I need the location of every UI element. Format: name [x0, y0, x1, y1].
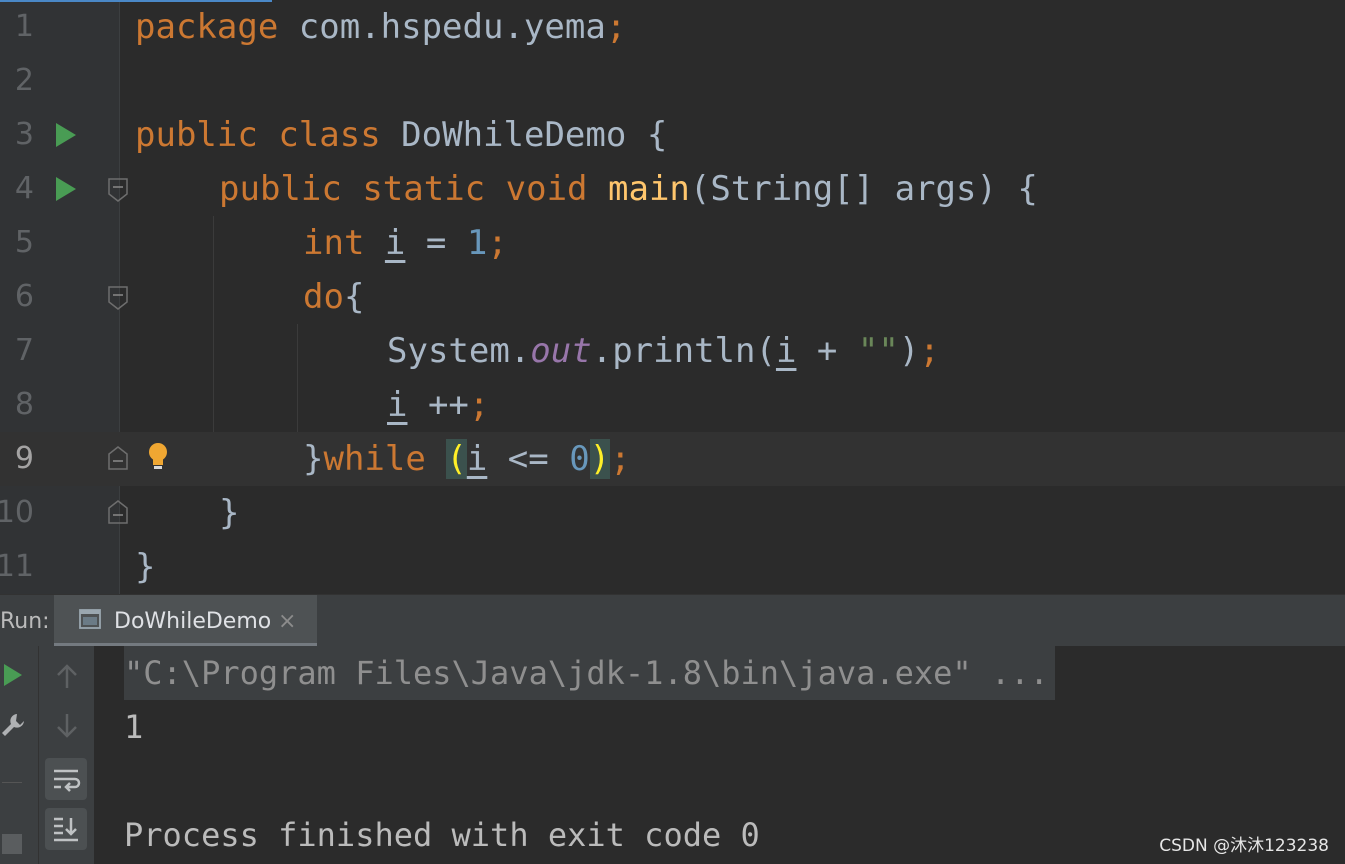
code-text[interactable]: System.out.println(i + "");	[387, 324, 940, 378]
fold-end-icon[interactable]	[108, 446, 128, 470]
arrow-up-icon[interactable]	[55, 664, 79, 694]
stop-icon[interactable]	[2, 834, 22, 858]
code-line[interactable]: 7 System.out.println(i + "");	[0, 324, 1345, 378]
console-output[interactable]: "C:\Program Files\Java\jdk-1.8\bin\java.…	[94, 646, 1345, 864]
code-text[interactable]: int i = 1;	[303, 216, 508, 270]
code-text[interactable]: do{	[303, 270, 364, 324]
code-text[interactable]: public static void main(String[] args) {	[219, 162, 1038, 216]
code-editor[interactable]: 1 package com.hspedu.yema; 2 3 public cl…	[0, 0, 1345, 594]
console-exit-line: Process finished with exit code 0	[124, 816, 760, 854]
code-line[interactable]: 10 }	[0, 486, 1345, 540]
matched-paren: (	[446, 439, 467, 479]
close-icon[interactable]: ×	[278, 595, 296, 647]
code-line[interactable]: 3 public class DoWhileDemo {	[0, 108, 1345, 162]
code-line[interactable]: 4 public static void main(String[] args)…	[0, 162, 1345, 216]
code-text[interactable]: package com.hspedu.yema;	[135, 0, 626, 54]
line-number: 1	[14, 9, 34, 44]
run-tab-dowhiledemo[interactable]: DoWhileDemo ×	[54, 595, 317, 647]
line-number: 11	[0, 549, 34, 584]
scroll-to-end-button[interactable]	[45, 808, 87, 850]
code-line[interactable]: 5 int i = 1;	[0, 216, 1345, 270]
line-number: 9	[14, 441, 34, 476]
arrow-down-icon[interactable]	[55, 712, 79, 742]
run-class-icon[interactable]	[56, 123, 76, 147]
wrench-icon[interactable]	[0, 712, 26, 742]
line-number: 5	[14, 225, 34, 260]
toolbar-divider	[2, 782, 22, 783]
line-number: 7	[14, 333, 34, 368]
code-text[interactable]: }while (i <= 0);	[303, 432, 631, 486]
code-text[interactable]: i ++;	[387, 378, 489, 432]
code-text[interactable]: }	[135, 540, 155, 594]
line-number: 10	[0, 495, 34, 530]
code-line-current[interactable]: 9 }while (i <= 0);	[0, 432, 1345, 486]
run-toolbar	[0, 646, 38, 864]
soft-wrap-button[interactable]	[45, 758, 87, 800]
console-output-line: 1	[124, 708, 144, 746]
code-line[interactable]: 11 }	[0, 540, 1345, 594]
line-number: 4	[14, 171, 34, 206]
line-number: 6	[14, 279, 34, 314]
fold-start-icon[interactable]	[108, 286, 128, 310]
line-number: 3	[14, 117, 34, 152]
code-text[interactable]: }	[219, 486, 239, 540]
lightbulb-icon[interactable]	[147, 442, 169, 472]
run-tool-window: Run: DoWhileDemo × "C:\Program Files\Jav…	[0, 594, 1345, 864]
console-toolbar	[38, 646, 95, 864]
run-label: Run:	[0, 609, 50, 634]
run-method-icon[interactable]	[56, 177, 76, 201]
tab-label: DoWhileDemo	[114, 609, 272, 634]
code-line[interactable]: 2	[0, 54, 1345, 108]
fold-start-icon[interactable]	[108, 178, 128, 202]
fold-end-icon[interactable]	[108, 500, 128, 524]
rerun-icon[interactable]	[2, 662, 24, 692]
code-text[interactable]: public class DoWhileDemo {	[135, 108, 667, 162]
line-number: 8	[14, 387, 34, 422]
line-number: 2	[14, 63, 34, 98]
console-command-line: "C:\Program Files\Java\jdk-1.8\bin\java.…	[124, 646, 1055, 700]
run-header: Run: DoWhileDemo ×	[0, 594, 1345, 647]
watermark: CSDN @沐沐123238	[1159, 836, 1329, 856]
code-line[interactable]: 6 do{	[0, 270, 1345, 324]
console-window-icon	[79, 609, 101, 629]
code-line[interactable]: 8 i ++;	[0, 378, 1345, 432]
code-line[interactable]: 1 package com.hspedu.yema;	[0, 0, 1345, 54]
matched-paren: )	[589, 439, 611, 479]
